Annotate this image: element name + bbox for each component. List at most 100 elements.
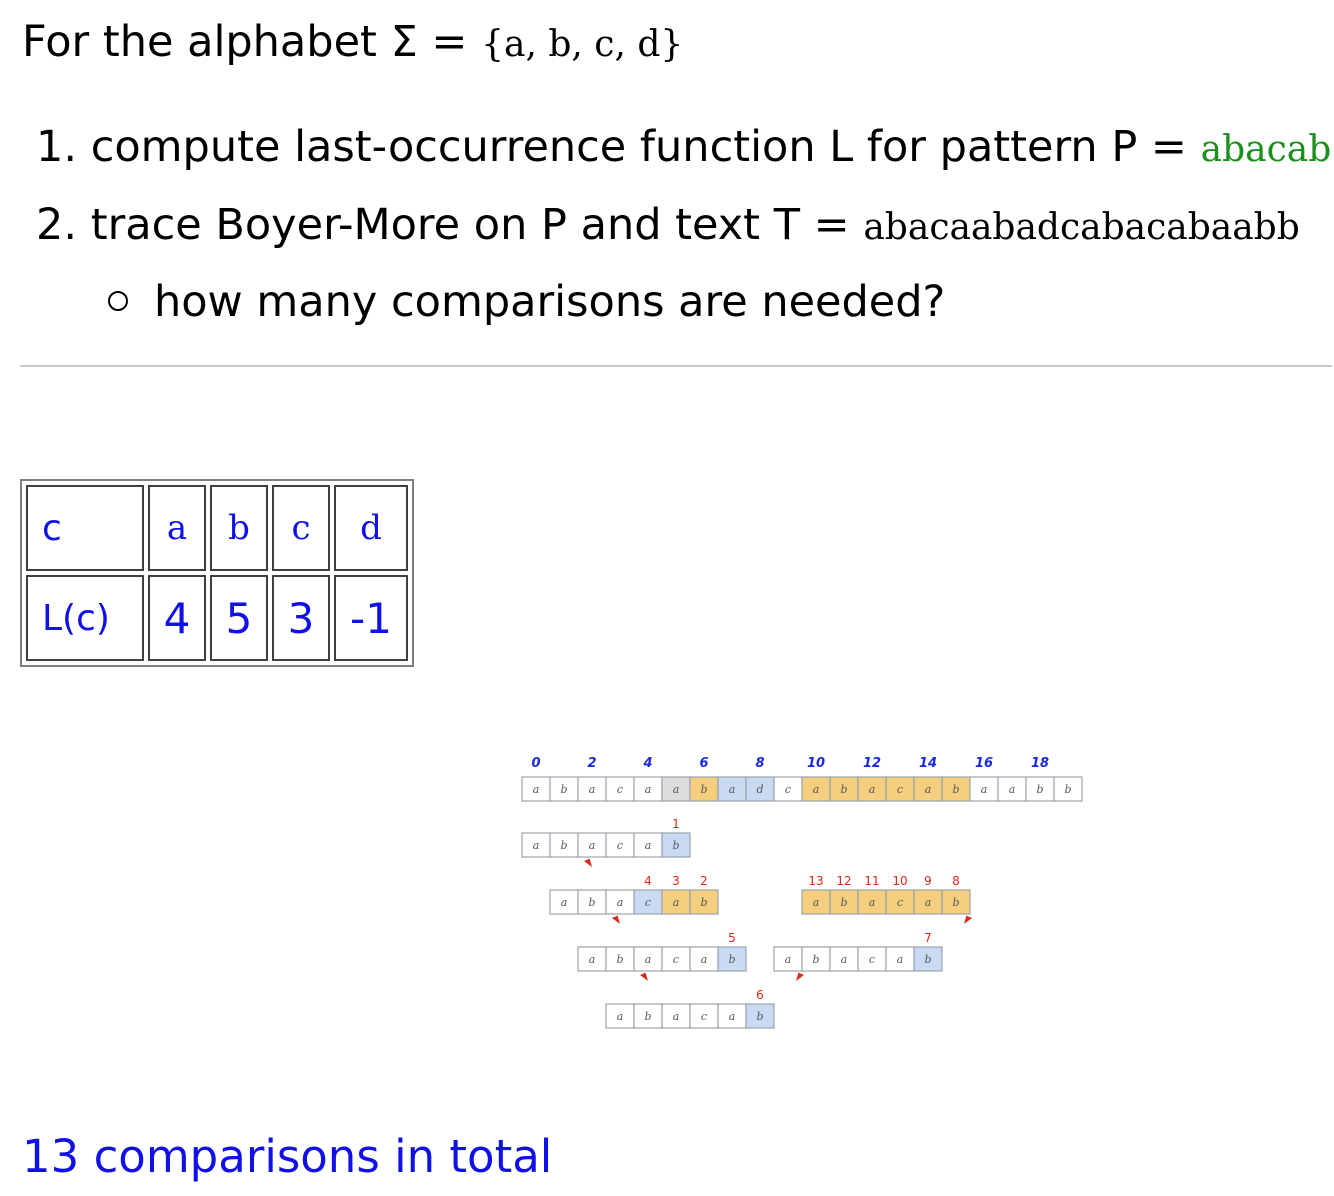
table-row: c a b c d [26, 485, 408, 571]
pattern-char: b [840, 896, 847, 909]
section-divider [20, 365, 1332, 367]
pattern-char: b [560, 839, 567, 852]
comparison-number: 2 [700, 874, 708, 888]
pattern-char: a [785, 953, 792, 966]
comparison-number: 9 [924, 874, 932, 888]
comparison-number: 10 [892, 874, 907, 888]
pattern-char: b [644, 1010, 651, 1023]
pattern-char: c [701, 1010, 707, 1023]
pattern-char: a [813, 896, 820, 909]
boyer-moore-trace-figure: 0 2 4 6 8 10 12 14 16 18 a b a c a a b a d c a b a c a b a a b b a b a c a… [521, 756, 1083, 1029]
pattern-char: b [616, 953, 623, 966]
pattern-char: b [812, 953, 819, 966]
text-char: a [813, 783, 820, 796]
shift-arrow-icon [796, 972, 804, 981]
comparison-number: 12 [836, 874, 851, 888]
pattern-char: b [952, 896, 959, 909]
comparison-number: 3 [672, 874, 680, 888]
pattern-char: a [589, 953, 596, 966]
pattern-char: a [589, 839, 596, 852]
comparison-number: 6 [756, 988, 764, 1002]
text-char: a [645, 783, 652, 796]
text-char: c [617, 783, 623, 796]
pattern-char: a [729, 1010, 736, 1023]
value-cell: 5 [210, 575, 268, 661]
text-char: a [1009, 783, 1016, 796]
task-list: 1. compute last-occurrence function L fo… [36, 112, 1331, 268]
pattern-char: b [924, 953, 931, 966]
subtask-text: how many comparisons are needed? [154, 277, 946, 327]
text-char: a [981, 783, 988, 796]
shift-arrow-icon [964, 915, 972, 924]
intro-line: For the alphabet Σ = {a, b, c, d} [22, 14, 683, 73]
text-char: a [729, 783, 736, 796]
comparison-number: 8 [952, 874, 960, 888]
pattern-char: b [672, 839, 679, 852]
text-char: b [840, 783, 847, 796]
text-char: a [869, 783, 876, 796]
alphabet-set: {a, b, c, d} [481, 24, 684, 65]
index-label: 0 [531, 756, 540, 771]
pattern-char: c [897, 896, 903, 909]
header-cell: c [272, 485, 330, 571]
shift-arrow-icon [584, 858, 592, 867]
pattern-char: a [645, 953, 652, 966]
index-label: 6 [699, 756, 708, 771]
total-comparisons: 13 comparisons in total [22, 1130, 553, 1183]
comparison-number: 4 [644, 874, 652, 888]
pattern-char: a [617, 1010, 624, 1023]
task-marker: 1. [36, 122, 78, 172]
header-cell: a [148, 485, 206, 571]
circle-bullet-icon [108, 290, 128, 311]
task-item-2: 2. trace Boyer-More on P and text T = ab… [36, 190, 1331, 268]
pattern-char: a [869, 896, 876, 909]
pattern-char: b [588, 896, 595, 909]
text-char: d [756, 783, 763, 796]
pattern-char: c [645, 896, 651, 909]
text-char: b [560, 783, 567, 796]
text-value: abacaabadcabacabaabb [863, 207, 1300, 248]
pattern-char: a [645, 839, 652, 852]
pattern-char: a [617, 896, 624, 909]
value-cell: 3 [272, 575, 330, 661]
comparison-number: 7 [924, 931, 932, 945]
shift-arrow-icon [640, 972, 648, 981]
index-label: 12 [863, 756, 881, 771]
pattern-char: a [925, 896, 932, 909]
text-char: c [897, 783, 903, 796]
index-label: 2 [587, 756, 596, 771]
pattern-char: c [673, 953, 679, 966]
value-cell: 4 [148, 575, 206, 661]
text-char: a [533, 783, 540, 796]
pattern-char: a [897, 953, 904, 966]
shift-arrow-icon [612, 915, 620, 924]
index-label: 16 [975, 756, 993, 771]
subtask-item: how many comparisons are needed? [108, 272, 945, 332]
index-label: 18 [1031, 756, 1049, 771]
index-label: 10 [807, 756, 825, 771]
text-char: a [673, 783, 680, 796]
pattern-char: c [617, 839, 623, 852]
value-cell: -1 [334, 575, 408, 661]
text-char: b [952, 783, 959, 796]
pattern-char: b [700, 896, 707, 909]
index-label: 4 [642, 756, 652, 771]
table-row: L(c) 4 5 3 -1 [26, 575, 408, 661]
task-marker: 2. [36, 200, 78, 250]
pattern-char: a [841, 953, 848, 966]
text-char: c [785, 783, 791, 796]
pattern-char: a [561, 896, 568, 909]
index-label: 14 [919, 756, 937, 771]
text-char: b [1036, 783, 1043, 796]
task-item-1: 1. compute last-occurrence function L fo… [36, 112, 1331, 190]
task-text: trace Boyer-More on P and text T = [90, 200, 864, 250]
last-occurrence-table: c a b c d L(c) 4 5 3 -1 [20, 479, 414, 667]
header-cell: d [334, 485, 408, 571]
text-char: b [1064, 783, 1071, 796]
pattern-char: b [728, 953, 735, 966]
pattern-value: abacab [1200, 129, 1332, 170]
comparison-number: 11 [864, 874, 879, 888]
text-char: a [589, 783, 596, 796]
header-cell: c [26, 485, 144, 571]
pattern-char: a [701, 953, 708, 966]
